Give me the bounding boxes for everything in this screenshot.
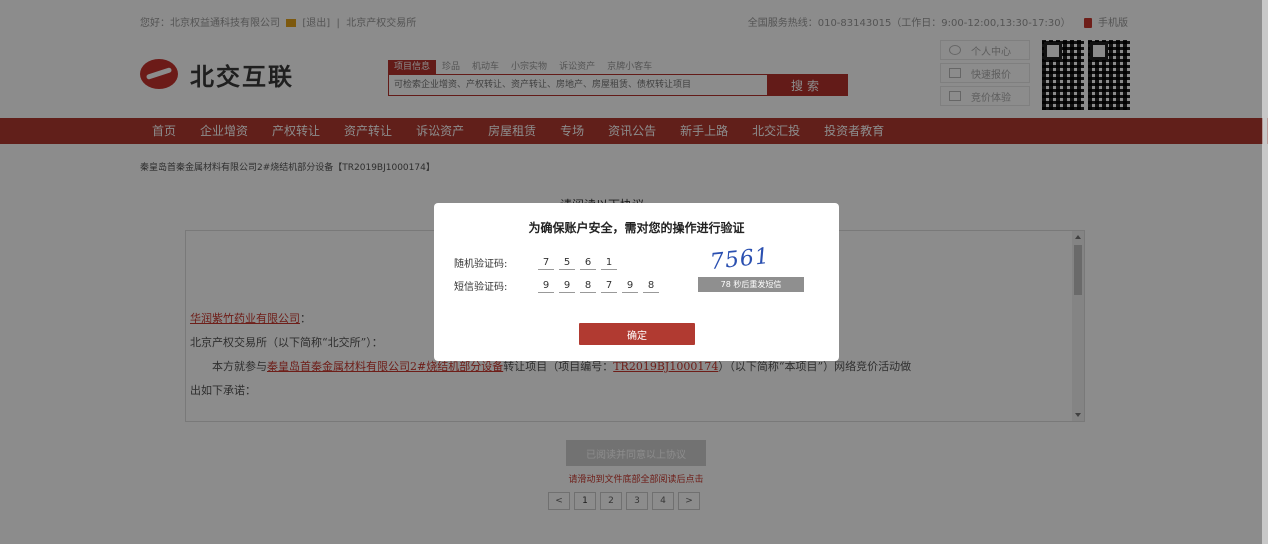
page-scrollbar-thumb[interactable] bbox=[1263, 4, 1267, 394]
random-code-digit-4[interactable] bbox=[601, 255, 617, 270]
sms-code-label: 短信验证码: bbox=[454, 282, 508, 293]
resend-sms-button[interactable]: 78 秒后重发短信 bbox=[698, 277, 804, 292]
sms-code-digit-6[interactable] bbox=[643, 278, 659, 293]
random-code-row: 随机验证码: bbox=[454, 255, 622, 270]
random-code-digit-1[interactable] bbox=[538, 255, 554, 270]
verification-modal: 为确保账户安全，需对您的操作进行验证 随机验证码: 7561 短信验证码: 78… bbox=[434, 203, 839, 361]
random-code-label: 随机验证码: bbox=[454, 259, 508, 270]
sms-code-digit-4[interactable] bbox=[601, 278, 617, 293]
captcha-image[interactable]: 7561 bbox=[709, 244, 771, 275]
sms-code-digit-1[interactable] bbox=[538, 278, 554, 293]
sms-code-row: 短信验证码: bbox=[454, 278, 664, 293]
confirm-button[interactable]: 确定 bbox=[579, 323, 695, 345]
random-code-digit-3[interactable] bbox=[580, 255, 596, 270]
sms-code-digit-5[interactable] bbox=[622, 278, 638, 293]
sms-code-digit-3[interactable] bbox=[580, 278, 596, 293]
random-code-digit-2[interactable] bbox=[559, 255, 575, 270]
sms-code-digit-2[interactable] bbox=[559, 278, 575, 293]
page-scrollbar[interactable] bbox=[1262, 0, 1268, 544]
modal-title: 为确保账户安全，需对您的操作进行验证 bbox=[528, 221, 745, 235]
